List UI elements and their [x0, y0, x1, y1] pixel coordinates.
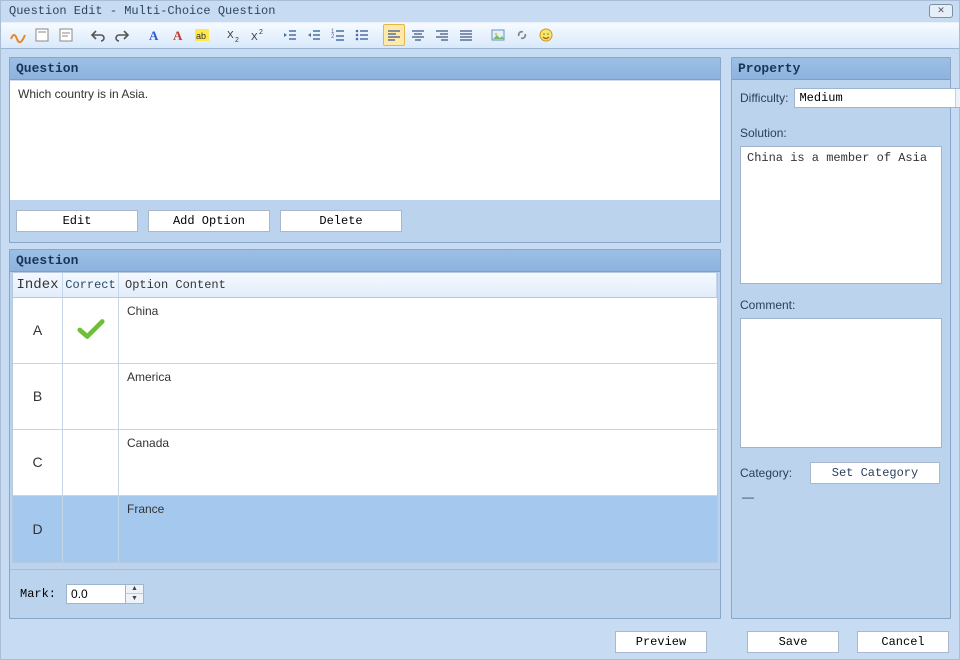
delete-button[interactable]: Delete [280, 210, 402, 232]
set-category-button[interactable]: Set Category [810, 462, 940, 484]
option-index: C [13, 430, 63, 495]
svg-text:A: A [173, 28, 183, 43]
option-content: America [119, 364, 717, 429]
svg-text:2: 2 [331, 34, 335, 40]
window: Question Edit - Multi-Choice Question ✕ … [0, 0, 960, 660]
signature-icon[interactable] [7, 24, 29, 46]
option-correct-cell[interactable] [63, 364, 119, 429]
options-table: Index Correct Option Content A China B Amer… [10, 272, 720, 569]
option-correct-cell[interactable] [63, 496, 119, 562]
font-a-red-icon[interactable]: A [167, 24, 189, 46]
footer: Preview Save Cancel [1, 625, 959, 659]
comment-label: Comment: [740, 298, 942, 312]
chevron-down-icon: ▼ [126, 594, 143, 603]
difficulty-label: Difficulty: [740, 91, 788, 105]
align-right-icon[interactable] [431, 24, 453, 46]
numbered-list-icon[interactable]: 12 [327, 24, 349, 46]
difficulty-value[interactable] [795, 89, 955, 107]
toolbar: A A ab X2 X2 12 [1, 22, 959, 49]
property-panel-header: Property [732, 58, 950, 80]
question-text: Which country is in Asia. [18, 87, 148, 101]
text-frame2-icon[interactable] [55, 24, 77, 46]
question-panel-header: Question [10, 58, 720, 80]
text-frame-icon[interactable] [31, 24, 53, 46]
close-icon[interactable]: ✕ [929, 4, 953, 18]
option-correct-cell[interactable] [63, 298, 119, 363]
indent-icon[interactable] [303, 24, 325, 46]
property-panel: Property Difficulty: ▼ Solution: Comment… [731, 57, 951, 619]
table-row[interactable]: D France [13, 496, 717, 562]
left-column: Question Which country is in Asia. Edit … [9, 57, 721, 619]
check-icon [76, 317, 106, 344]
svg-text:X: X [227, 30, 234, 41]
option-index: A [13, 298, 63, 363]
undo-icon[interactable] [87, 24, 109, 46]
align-center-icon[interactable] [407, 24, 429, 46]
link-icon[interactable] [511, 24, 533, 46]
add-option-button[interactable]: Add Option [148, 210, 270, 232]
outdent-icon[interactable] [279, 24, 301, 46]
option-content: China [119, 298, 717, 363]
solution-label: Solution: [740, 126, 942, 140]
mark-input[interactable] [66, 584, 126, 604]
options-panel-header: Question [10, 250, 720, 272]
comment-textarea[interactable] [740, 318, 942, 448]
right-column: Property Difficulty: ▼ Solution: Comment… [731, 57, 951, 619]
svg-text:2: 2 [259, 29, 263, 36]
subscript-icon[interactable]: X2 [223, 24, 245, 46]
option-content: France [119, 496, 717, 562]
font-a-blue-icon[interactable]: A [143, 24, 165, 46]
question-text-area[interactable]: Which country is in Asia. [10, 80, 720, 200]
option-index: B [13, 364, 63, 429]
save-button[interactable]: Save [747, 631, 839, 653]
align-justify-icon[interactable] [455, 24, 477, 46]
edit-button[interactable]: Edit [16, 210, 138, 232]
mark-row: Mark: ▲▼ [10, 569, 720, 618]
highlight-ab-icon[interactable]: ab [191, 24, 213, 46]
mark-label: Mark: [20, 587, 56, 601]
chevron-down-icon[interactable]: ▼ [955, 89, 960, 107]
smiley-icon[interactable] [535, 24, 557, 46]
align-left-icon[interactable] [383, 24, 405, 46]
cancel-button[interactable]: Cancel [857, 631, 949, 653]
image-icon[interactable] [487, 24, 509, 46]
svg-text:ab: ab [196, 31, 206, 41]
spinner-arrows[interactable]: ▲▼ [126, 584, 144, 604]
table-row[interactable]: C Canada [13, 430, 717, 496]
option-index: D [13, 496, 63, 562]
bulleted-list-icon[interactable] [351, 24, 373, 46]
redo-icon[interactable] [111, 24, 133, 46]
preview-button[interactable]: Preview [615, 631, 707, 653]
header-index: Index [13, 273, 63, 297]
solution-textarea[interactable] [740, 146, 942, 284]
superscript-icon[interactable]: X2 [247, 24, 269, 46]
mark-spinner[interactable]: ▲▼ [66, 584, 144, 604]
svg-text:2: 2 [235, 37, 239, 43]
option-content: Canada [119, 430, 717, 495]
options-panel: Question Index Correct Option Content AC… [9, 249, 721, 619]
options-body: A China B America C Canada D France [12, 298, 718, 563]
window-title: Question Edit - Multi-Choice Question [9, 4, 275, 18]
content-area: Question Which country is in Asia. Edit … [1, 49, 959, 625]
header-correct: Correct [63, 273, 119, 297]
category-value: — [740, 490, 942, 504]
table-row[interactable]: A China [13, 298, 717, 364]
header-content: Option Content [119, 273, 717, 297]
question-panel: Question Which country is in Asia. Edit … [9, 57, 721, 243]
svg-text:A: A [149, 28, 159, 43]
question-button-row: Edit Add Option Delete [10, 200, 720, 242]
chevron-up-icon: ▲ [126, 585, 143, 595]
difficulty-select[interactable]: ▼ [794, 88, 960, 108]
table-row[interactable]: B America [13, 364, 717, 430]
property-body: Difficulty: ▼ Solution: Comment: Cat [732, 80, 950, 514]
options-header-row: Index Correct Option Content [12, 272, 718, 298]
option-correct-cell[interactable] [63, 430, 119, 495]
titlebar: Question Edit - Multi-Choice Question ✕ [1, 1, 959, 22]
category-label: Category: [740, 466, 804, 480]
svg-text:X: X [251, 32, 258, 43]
